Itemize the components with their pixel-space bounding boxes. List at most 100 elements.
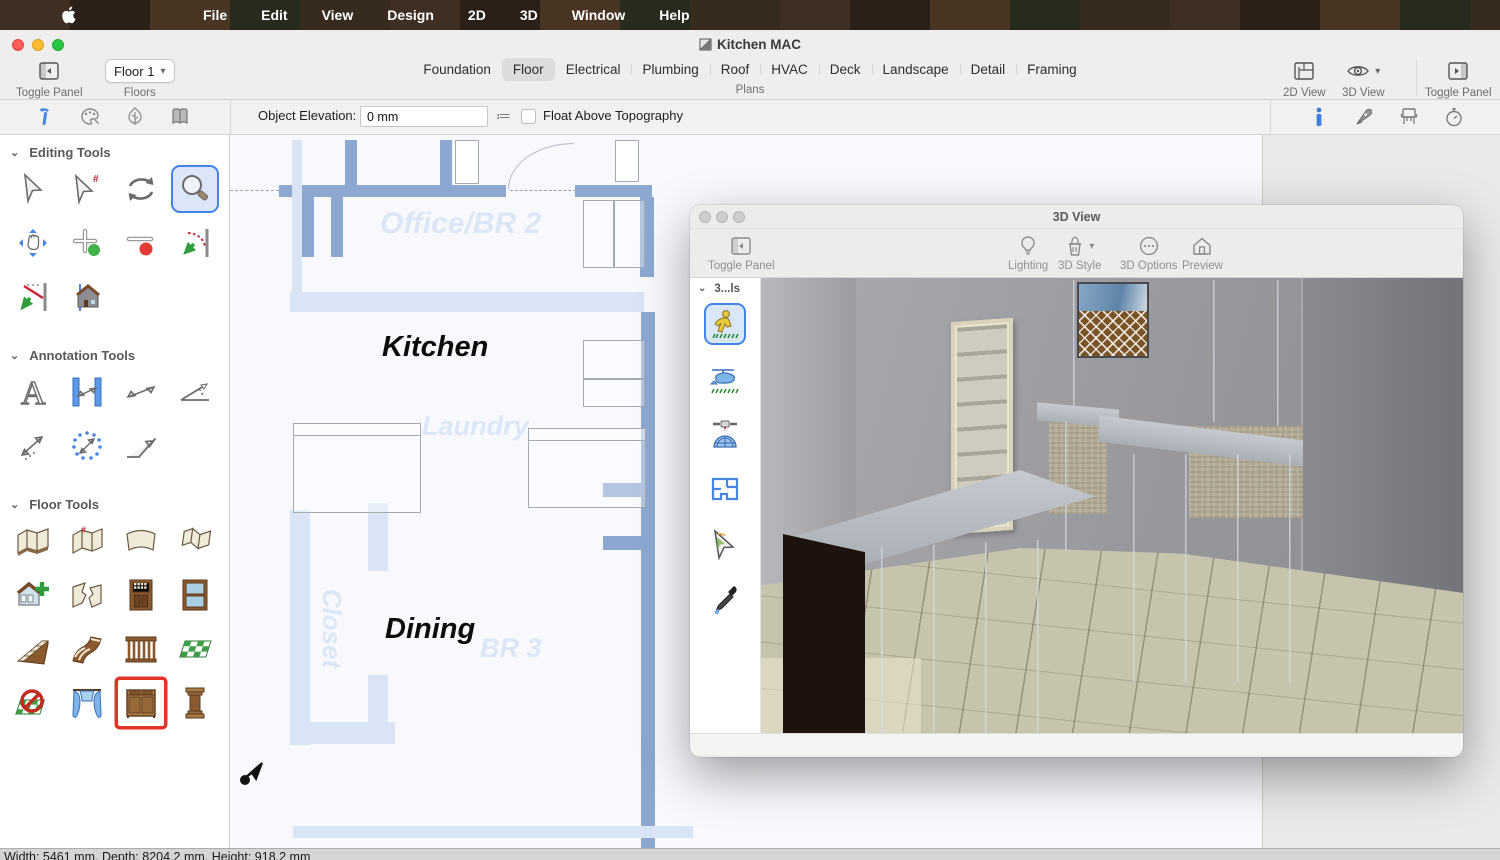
window-outline[interactable] <box>455 140 479 184</box>
cabinet-outline[interactable] <box>583 200 614 268</box>
wall-segment-light[interactable] <box>290 292 644 312</box>
tab-floor[interactable]: Floor <box>502 58 555 81</box>
tool-cross-section-slider[interactable] <box>60 270 114 324</box>
tool-fillet-lines[interactable] <box>168 216 222 270</box>
menu-help[interactable]: Help <box>642 0 706 30</box>
wall-segment-light[interactable] <box>293 826 693 838</box>
cabinet-outline[interactable] <box>583 379 645 407</box>
camera-marker-icon[interactable] <box>236 751 272 787</box>
section-floor-tools[interactable]: ⌄Floor Tools <box>0 487 229 514</box>
tab-electrical[interactable]: Electrical <box>555 58 632 81</box>
tool-end-to-end-dimension[interactable] <box>114 365 168 419</box>
style-pen-icon[interactable] <box>1341 106 1386 128</box>
wall-segment[interactable] <box>279 185 506 197</box>
float-above-topography-checkbox[interactable] <box>521 109 536 124</box>
tool-window-treatment[interactable] <box>60 676 114 730</box>
section-editing-tools[interactable]: ⌄Editing Tools <box>0 135 229 162</box>
tool-chamfer-lines[interactable] <box>6 270 60 324</box>
tool-curved-stairs[interactable] <box>60 622 114 676</box>
menu-view[interactable]: View <box>305 0 371 30</box>
tab-framing[interactable]: Framing <box>1016 58 1088 81</box>
minimize-button[interactable] <box>716 211 728 223</box>
wall-segment[interactable] <box>440 140 452 185</box>
tool-interior-dimension[interactable] <box>60 365 114 419</box>
tab-landscape[interactable]: Landscape <box>872 58 960 81</box>
tool-railing[interactable] <box>114 622 168 676</box>
menu-3d[interactable]: 3D <box>503 0 555 30</box>
wall-segment-light[interactable] <box>292 140 302 312</box>
toggle-panel-right[interactable]: Toggle Panel <box>1425 59 1492 99</box>
3d-render-viewport[interactable] <box>761 278 1463 733</box>
tool-floor-finish[interactable] <box>168 622 222 676</box>
cabinet-outline[interactable] <box>614 200 645 268</box>
tool-stairs[interactable] <box>6 622 60 676</box>
object-elevation-input[interactable] <box>360 106 488 127</box>
wall-segment-light[interactable] <box>368 675 388 744</box>
design-tools-icon[interactable] <box>67 106 112 128</box>
menu-window[interactable]: Window <box>555 0 643 30</box>
tool-center-dimension[interactable] <box>60 419 114 473</box>
stopwatch-icon[interactable] <box>1431 106 1476 128</box>
tool-remove-floor-finish[interactable] <box>6 676 60 730</box>
preview-button[interactable]: Preview <box>1182 234 1223 272</box>
tab-foundation[interactable]: Foundation <box>412 58 502 81</box>
tool-exterior-wall[interactable] <box>6 514 60 568</box>
tab-deck[interactable]: Deck <box>819 58 872 81</box>
3d-options-button[interactable]: 3D Options <box>1120 234 1178 272</box>
tool-base-cabinet[interactable] <box>118 680 164 726</box>
menu-edit[interactable]: Edit <box>244 0 304 30</box>
build-tools-icon[interactable] <box>22 106 67 128</box>
tool-zoom-out[interactable] <box>114 216 168 270</box>
tool-door[interactable] <box>114 568 168 622</box>
tool-color-eyedropper[interactable] <box>704 578 746 620</box>
wall-segment[interactable] <box>302 197 314 257</box>
cabinet-outline[interactable] <box>583 340 645 379</box>
tool-select-similar[interactable]: # <box>60 162 114 216</box>
wall-segment[interactable] <box>603 536 655 550</box>
window-outline[interactable] <box>615 140 639 182</box>
tool-point-to-point-dimension[interactable] <box>6 419 60 473</box>
wall-segment-light[interactable] <box>290 510 310 745</box>
tool-curved-wall[interactable] <box>114 514 168 568</box>
tool-window[interactable] <box>168 568 222 622</box>
tool-plan-view[interactable] <box>704 468 746 510</box>
tool-pan[interactable] <box>6 216 60 270</box>
tool-angular-dimension[interactable] <box>168 365 222 419</box>
tab-hvac[interactable]: HVAC <box>760 58 819 81</box>
tool-house-addition[interactable] <box>6 568 60 622</box>
3d-tools-section[interactable]: ⌄3...ls <box>690 278 760 299</box>
apple-menu-icon[interactable] <box>62 6 78 24</box>
tool-flyover-camera[interactable] <box>704 358 746 400</box>
zoom-window-button[interactable] <box>733 211 745 223</box>
tool-rotate-view[interactable] <box>114 162 168 216</box>
object-info-icon[interactable] <box>1296 106 1341 128</box>
tool-interior-wall[interactable]: # <box>60 514 114 568</box>
section-annotation-tools[interactable]: ⌄Annotation Tools <box>0 338 229 365</box>
tool-orbit-camera[interactable] <box>704 413 746 455</box>
menu-design[interactable]: Design <box>370 0 451 30</box>
tool-wall-break[interactable] <box>60 568 114 622</box>
3d-view-window[interactable]: 3D View Toggle Panel Lighting ▾ 3D Style <box>690 205 1463 757</box>
tool-adjust-view[interactable] <box>704 523 746 565</box>
lighting-button[interactable]: Lighting <box>1008 234 1048 272</box>
elevation-list-icon[interactable]: ≔ <box>496 107 510 125</box>
tool-column[interactable] <box>168 676 222 730</box>
landscape-tools-icon[interactable] <box>112 106 157 128</box>
wall-segment-light[interactable] <box>368 503 388 571</box>
furniture-icon[interactable] <box>1386 106 1431 128</box>
tab-plumbing[interactable]: Plumbing <box>631 58 709 81</box>
wall-segment[interactable] <box>575 185 652 197</box>
appliance-outline[interactable] <box>293 423 421 436</box>
menu-2d[interactable]: 2D <box>451 0 503 30</box>
view-2d-button[interactable]: 2D View <box>1283 59 1326 99</box>
tool-text[interactable]: A <box>6 365 60 419</box>
tool-zoom-in[interactable] <box>60 216 114 270</box>
appliance-outline[interactable] <box>293 423 421 513</box>
library-tools-icon[interactable] <box>157 106 202 128</box>
tool-walkthrough-camera[interactable] <box>704 303 746 345</box>
tool-zoom[interactable] <box>171 165 219 213</box>
tool-wall-polyline[interactable] <box>168 514 222 568</box>
tab-roof[interactable]: Roof <box>710 58 761 81</box>
menu-file[interactable]: File <box>186 0 244 30</box>
tool-leader-line[interactable] <box>114 419 168 473</box>
